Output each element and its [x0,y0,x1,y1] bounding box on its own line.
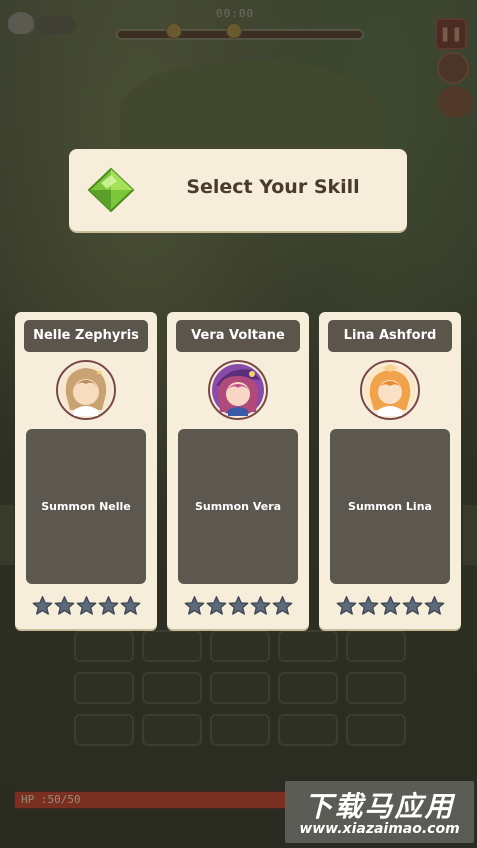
hp-bar: HP :50/50 [14,791,286,809]
dialog-title: Select Your Skill [186,176,360,198]
green-gem-icon [87,167,135,213]
skill-card-vera[interactable]: Vera Voltane Summon Vera [167,312,309,629]
star-icon [380,596,400,615]
vera-avatar-icon [208,360,268,420]
skull-icon [8,12,34,34]
watermark-text: 下载马应用 [304,790,455,823]
star-icon [358,596,378,615]
star-rating [167,595,309,616]
background-hill [120,60,380,160]
background-board [70,630,410,756]
speed-button[interactable] [437,52,469,84]
star-rating [319,595,461,616]
summon-label: Summon Nelle [41,500,131,513]
summon-button[interactable]: Summon Nelle [26,429,146,584]
star-icon [402,596,422,615]
hp-label: HP :50/50 [21,793,81,806]
card-name: Vera Voltane [176,320,300,352]
summon-label: Summon Lina [348,500,432,513]
star-icon [272,596,292,615]
star-icon [32,596,52,615]
skill-card-nelle[interactable]: Nelle Zephyris Summon Nelle [15,312,157,629]
skill-card-lina[interactable]: Lina Ashford Summon Lina [319,312,461,629]
card-name: Nelle Zephyris [24,320,148,352]
hero-button[interactable] [437,86,473,118]
background-wall-left [0,505,14,565]
summon-button[interactable]: Summon Lina [330,429,450,584]
star-icon [336,596,356,615]
star-icon [98,596,118,615]
watermark: 下载马应用 www.xiazaimao.com [285,781,474,843]
lina-avatar-icon [360,360,420,420]
coin-badge [36,16,76,34]
wave-marker-icon [166,23,182,39]
star-icon [228,596,248,615]
background-wall-right [463,505,477,565]
summon-button[interactable]: Summon Vera [178,429,298,584]
watermark-url: www.xiazaimao.com [299,821,460,837]
boss-marker-icon [226,23,242,39]
star-rating [15,595,157,616]
star-icon [424,596,444,615]
star-icon [54,596,74,615]
star-icon [250,596,270,615]
card-name: Lina Ashford [328,320,452,352]
star-icon [76,596,96,615]
star-icon [184,596,204,615]
nelle-avatar-icon [56,360,116,420]
game-timer: 00:00 [216,7,255,20]
star-icon [206,596,226,615]
pause-icon: ❚❚ [439,26,463,42]
pause-button[interactable]: ❚❚ [435,18,467,50]
skill-select-header: Select Your Skill [69,149,407,231]
star-icon [120,596,140,615]
summon-label: Summon Vera [194,500,282,513]
